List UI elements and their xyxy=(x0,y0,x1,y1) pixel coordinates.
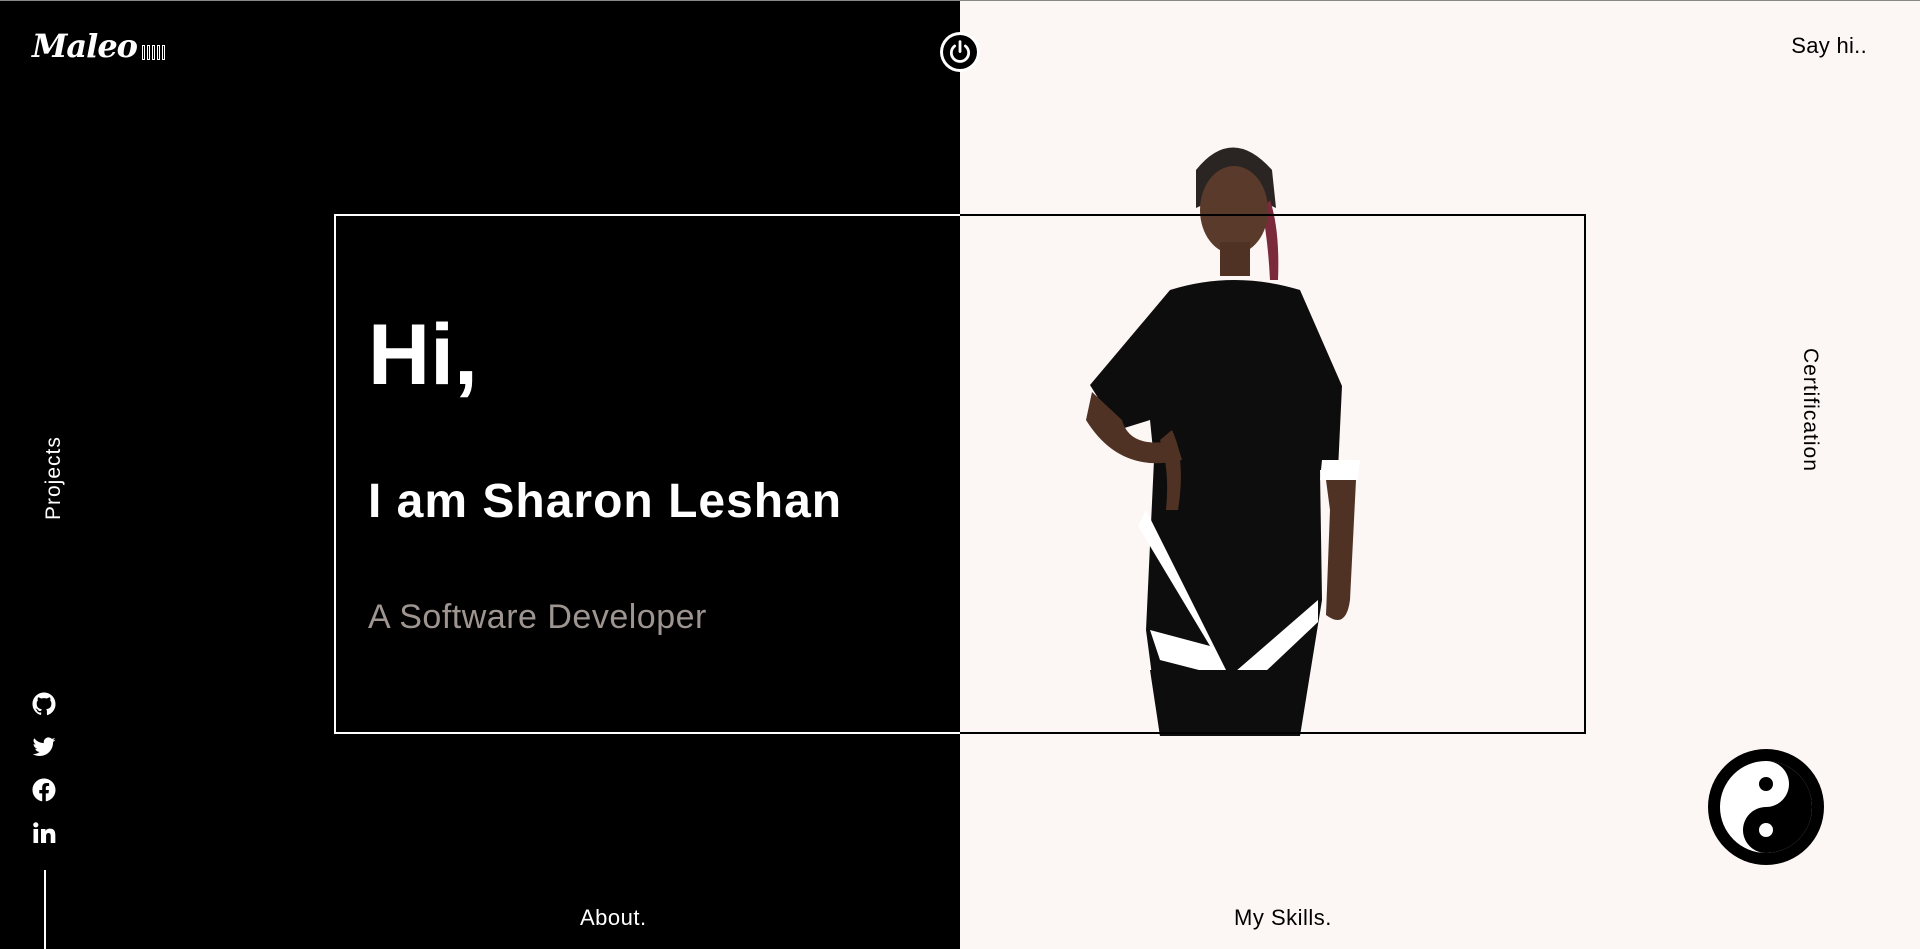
nav-about[interactable]: About. xyxy=(580,905,647,931)
logo-bars xyxy=(142,45,166,60)
hero-name: I am Sharon Leshan xyxy=(368,475,843,528)
linkedin-icon[interactable] xyxy=(32,821,56,845)
twitter-icon[interactable] xyxy=(32,735,56,759)
say-hi-link[interactable]: Say hi.. xyxy=(1791,33,1867,59)
yin-yang-icon[interactable] xyxy=(1707,748,1825,866)
hero-role: A Software Developer xyxy=(368,598,707,636)
nav-certification[interactable]: Certification xyxy=(1798,348,1822,472)
nav-projects[interactable]: Projects xyxy=(42,436,66,520)
nav-skills[interactable]: My Skills. xyxy=(1234,905,1332,931)
top-divider xyxy=(0,0,1920,1)
github-icon[interactable] xyxy=(32,692,56,716)
facebook-icon[interactable] xyxy=(32,778,56,802)
hero-frame-light xyxy=(960,214,1586,734)
social-divider-line xyxy=(44,870,46,949)
power-icon xyxy=(943,35,977,69)
hero-greeting: Hi, xyxy=(368,307,478,403)
power-button[interactable] xyxy=(940,32,980,72)
logo[interactable]: Maleo xyxy=(32,27,166,65)
social-links xyxy=(32,692,56,845)
hero-frame-dark xyxy=(334,214,960,734)
logo-text: Maleo xyxy=(32,27,138,65)
page: Maleo Say hi.. Projects Certification Hi… xyxy=(0,0,1920,949)
